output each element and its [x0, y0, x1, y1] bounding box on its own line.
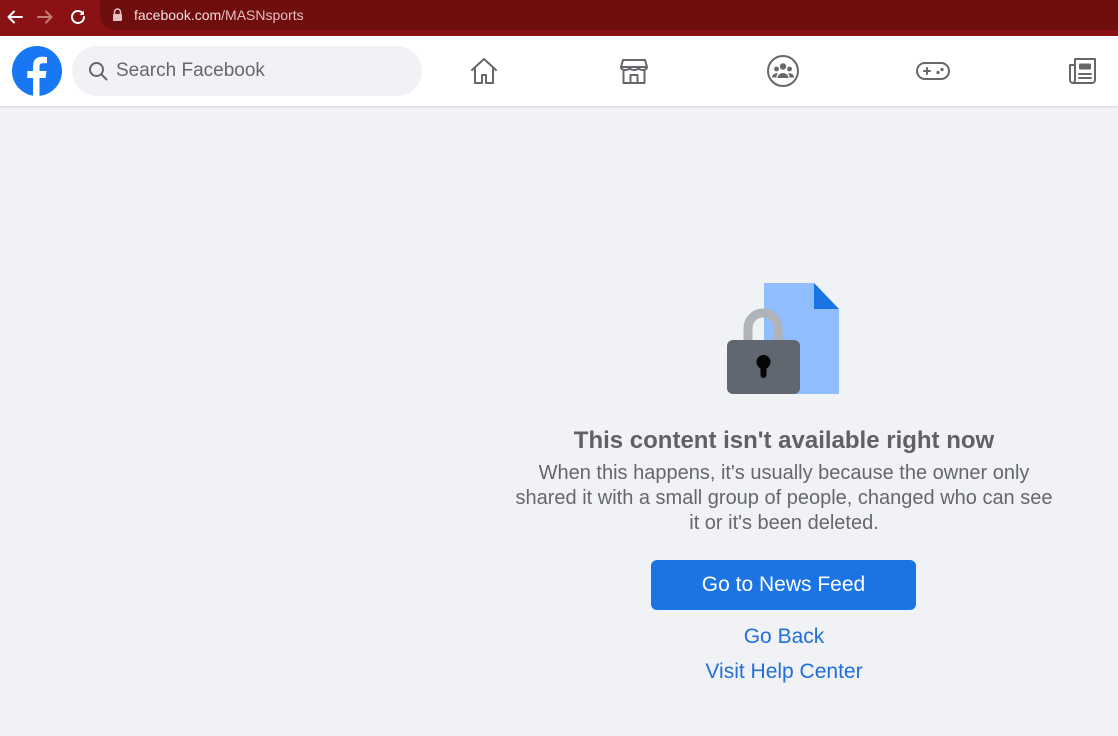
search-icon	[89, 62, 108, 81]
tab-news[interactable]	[1065, 53, 1101, 89]
reload-icon	[71, 10, 85, 24]
search-box[interactable]	[72, 46, 422, 96]
address-url[interactable]: facebook.com/MASNsports	[134, 7, 304, 23]
newspaper-icon	[1069, 58, 1096, 84]
facebook-header	[0, 36, 1118, 106]
url-path: /MASNsports	[221, 7, 304, 23]
home-icon	[471, 58, 497, 84]
reload-button[interactable]	[66, 5, 90, 29]
lock-icon	[113, 8, 122, 21]
groups-icon	[767, 55, 799, 87]
tab-gaming[interactable]	[915, 53, 951, 89]
page-description: When this happens, it's usually because …	[515, 462, 1053, 534]
store-icon	[620, 59, 648, 84]
arrow-left-icon	[7, 10, 23, 24]
gamepad-icon	[916, 62, 950, 80]
tab-home[interactable]	[466, 53, 502, 89]
visit-help-center-link[interactable]: Visit Help Center	[584, 660, 984, 684]
tab-marketplace[interactable]	[616, 53, 652, 89]
browser-toolbar: facebook.com/MASNsports	[0, 0, 1118, 36]
url-domain: facebook.com	[134, 7, 222, 23]
tab-groups[interactable]	[765, 53, 801, 89]
arrow-right-icon	[37, 10, 53, 24]
forward-button[interactable]	[33, 5, 57, 29]
go-to-news-feed-button[interactable]: Go to News Feed	[651, 560, 916, 610]
go-back-link[interactable]: Go Back	[584, 625, 984, 649]
locked-document-icon	[727, 283, 839, 394]
page-title: This content isn't available right now	[573, 427, 995, 454]
back-button[interactable]	[3, 5, 27, 29]
search-input[interactable]	[116, 46, 406, 96]
facebook-logo-icon[interactable]	[12, 46, 62, 96]
